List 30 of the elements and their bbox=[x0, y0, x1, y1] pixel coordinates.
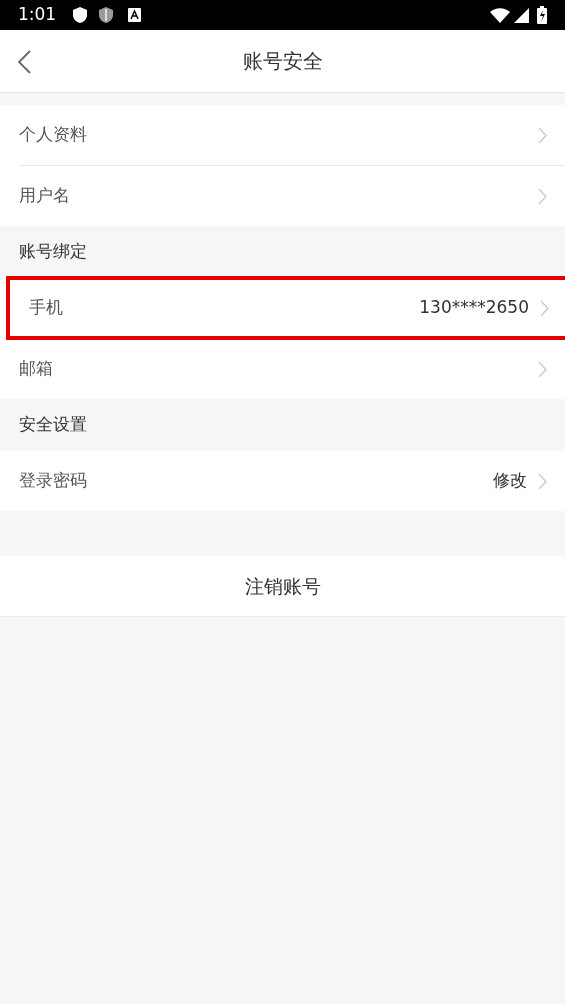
wifi-icon bbox=[490, 7, 510, 23]
settings-row[interactable]: 邮箱 bbox=[0, 339, 565, 399]
chevron-right-icon bbox=[538, 126, 547, 144]
shield-icon bbox=[98, 6, 115, 24]
cancel-account-button[interactable]: 注销账号 bbox=[0, 556, 565, 617]
row-label: 登录密码 bbox=[19, 469, 88, 493]
row-value: 130****2650 bbox=[419, 296, 529, 320]
settings-row[interactable]: 登录密码 修改 bbox=[0, 451, 565, 511]
settings-row[interactable]: 手机 130****2650 bbox=[6, 276, 565, 340]
section-header: 账号绑定 bbox=[19, 240, 87, 264]
settings-row[interactable]: 用户名 bbox=[0, 166, 565, 226]
section-header: 安全设置 bbox=[19, 413, 87, 437]
chevron-right-icon bbox=[540, 299, 549, 317]
back-button[interactable] bbox=[18, 50, 32, 74]
row-value: 修改 bbox=[493, 469, 527, 493]
status-time: 1:01 bbox=[18, 3, 57, 27]
signal-icon bbox=[514, 7, 529, 23]
settings-row[interactable]: 个人资料 bbox=[0, 105, 565, 165]
row-label: 个人资料 bbox=[19, 123, 88, 147]
back-icon bbox=[18, 50, 31, 74]
chevron-right-icon bbox=[538, 187, 547, 205]
row-label: 手机 bbox=[29, 296, 64, 320]
font-icon bbox=[128, 8, 142, 22]
shield-icon bbox=[72, 6, 89, 24]
battery-icon bbox=[537, 6, 547, 24]
row-label: 邮箱 bbox=[19, 357, 54, 381]
chevron-right-icon bbox=[538, 360, 547, 378]
row-label: 用户名 bbox=[19, 184, 71, 208]
chevron-right-icon bbox=[538, 472, 547, 490]
page-title: 账号安全 bbox=[242, 48, 323, 75]
